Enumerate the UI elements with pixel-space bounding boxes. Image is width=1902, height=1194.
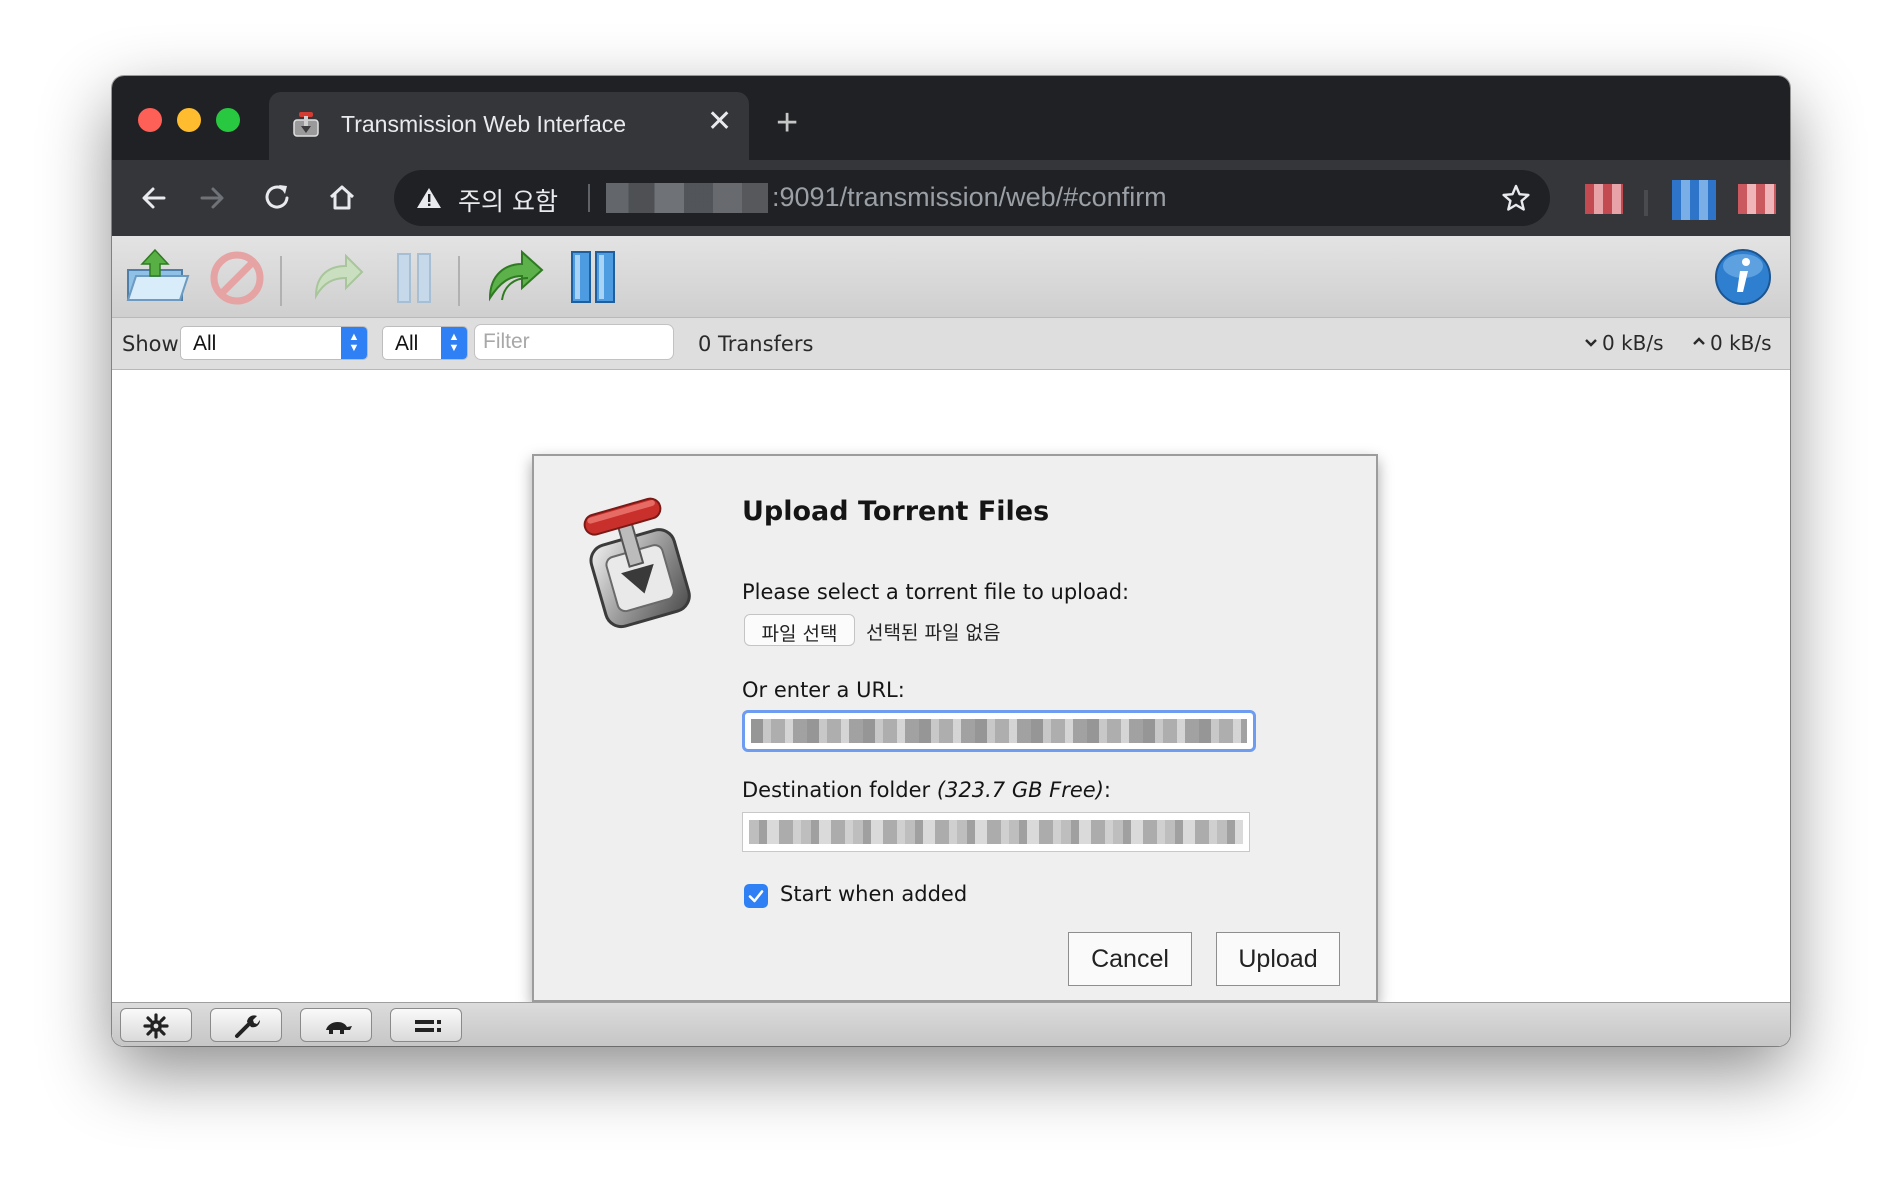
pause-torrent-icon[interactable] <box>380 244 450 310</box>
redacted-url-value <box>751 719 1247 743</box>
address-bar[interactable]: 주의 요함 :9091/transmission/web/#confirm <box>394 170 1550 226</box>
wrench-icon <box>235 1015 261 1038</box>
turtle-mode-button[interactable] <box>300 1008 372 1042</box>
select-file-prompt: Please select a torrent file to upload: <box>742 580 1130 604</box>
transmission-page: Show All ▲▼ All ▲▼ 0 Transfers 0 kB/s 0 … <box>112 236 1790 1046</box>
upload-dialog: Upload Torrent Files Please select a tor… <box>532 454 1378 1002</box>
reload-icon[interactable] <box>258 178 298 218</box>
status-filter-select[interactable]: All ▲ ▼ <box>180 326 368 360</box>
settings-gear-icon <box>143 1013 169 1039</box>
extension-icon-blue[interactable] <box>1672 180 1716 220</box>
toolbar-separator <box>280 256 282 306</box>
transmission-toolbar <box>112 236 1790 318</box>
url-text[interactable]: :9091/transmission/web/#confirm <box>772 182 1167 213</box>
destination-label-colon: : <box>1103 778 1111 802</box>
info-icon[interactable] <box>1708 244 1778 310</box>
destination-folder-input[interactable] <box>742 812 1250 852</box>
window-close-button[interactable] <box>138 108 162 132</box>
filter-bar: Show All ▲▼ All ▲▼ 0 Transfers 0 kB/s 0 … <box>112 318 1790 370</box>
checkmark-icon <box>748 890 764 903</box>
turtle-icon <box>326 1021 352 1034</box>
address-divider <box>588 184 590 212</box>
start-when-added-label[interactable]: Start when added <box>780 882 967 906</box>
start-torrent-icon[interactable] <box>300 244 370 310</box>
back-arrow-icon[interactable] <box>134 178 174 218</box>
torrent-url-input[interactable] <box>742 710 1256 752</box>
bottom-toolbar <box>112 1002 1790 1046</box>
download-speed: 0 kB/s <box>1602 331 1664 355</box>
settings-button[interactable] <box>120 1008 192 1042</box>
browser-titlebar: Transmission Web Interface ✕ + <box>112 76 1790 160</box>
select-arrows-icon: ▲ ▼ <box>441 327 467 359</box>
transmission-logo-icon <box>583 497 691 629</box>
url-label: Or enter a URL: <box>742 678 905 702</box>
extension-icon-red[interactable] <box>1585 184 1623 214</box>
security-warning-label[interactable]: 주의 요함 <box>458 182 558 218</box>
tracker-filter-select[interactable]: All ▲ ▼ <box>382 326 468 360</box>
warning-icon[interactable] <box>416 186 442 210</box>
extension-divider <box>1644 190 1648 216</box>
new-tab-button[interactable]: + <box>776 104 798 142</box>
upload-speed: 0 kB/s <box>1710 331 1772 355</box>
remove-torrent-icon[interactable] <box>204 244 274 310</box>
browser-window: Transmission Web Interface ✕ + 주의 요함:90… <box>112 76 1790 1046</box>
start-all-icon[interactable] <box>482 244 552 310</box>
dialog-title: Upload Torrent Files <box>742 496 1050 527</box>
filter-input[interactable] <box>474 324 674 360</box>
preferences-button[interactable] <box>210 1008 282 1042</box>
star-icon[interactable] <box>1500 182 1532 214</box>
start-when-added-checkbox[interactable] <box>744 884 768 908</box>
choose-file-button[interactable]: 파일 선택 <box>744 614 855 646</box>
browser-navbar: 주의 요함 :9091/transmission/web/#confirm <box>112 160 1790 236</box>
browser-tab[interactable]: Transmission Web Interface ✕ <box>269 92 749 160</box>
select-arrows-icon: ▲ ▼ <box>341 327 367 359</box>
transmission-favicon-icon <box>293 112 319 137</box>
toolbar-separator <box>458 256 460 306</box>
window-minimize-button[interactable] <box>177 108 201 132</box>
upload-button[interactable]: Upload <box>1216 932 1340 986</box>
tab-title: Transmission Web Interface <box>341 111 627 137</box>
redacted-destination-value <box>749 820 1243 844</box>
window-maximize-button[interactable] <box>216 108 240 132</box>
destination-label-text: Destination folder <box>742 778 931 802</box>
no-file-chosen-text: 선택된 파일 없음 <box>866 622 1001 644</box>
forward-arrow-icon[interactable] <box>192 178 232 218</box>
upload-arrow-icon <box>1693 337 1705 345</box>
extension-icon-pink[interactable] <box>1738 184 1776 214</box>
home-icon[interactable] <box>322 178 362 218</box>
tracker-filter-value: All <box>395 332 419 355</box>
cancel-button[interactable]: Cancel <box>1068 932 1192 986</box>
download-arrow-icon <box>1585 339 1597 347</box>
transfers-count: 0 Transfers <box>698 332 814 356</box>
status-filter-value: All <box>193 332 217 355</box>
redacted-host <box>606 183 768 213</box>
pause-all-icon[interactable] <box>560 244 630 310</box>
destination-label: Destination folder (323.7 GB Free): <box>742 778 1111 802</box>
tab-close-icon[interactable]: ✕ <box>707 107 732 137</box>
show-label: Show <box>122 332 179 356</box>
free-space: (323.7 GB Free) <box>936 778 1104 802</box>
compact-view-button[interactable] <box>390 1008 462 1042</box>
open-torrent-icon[interactable] <box>122 244 192 310</box>
compact-view-icon <box>415 1020 441 1032</box>
